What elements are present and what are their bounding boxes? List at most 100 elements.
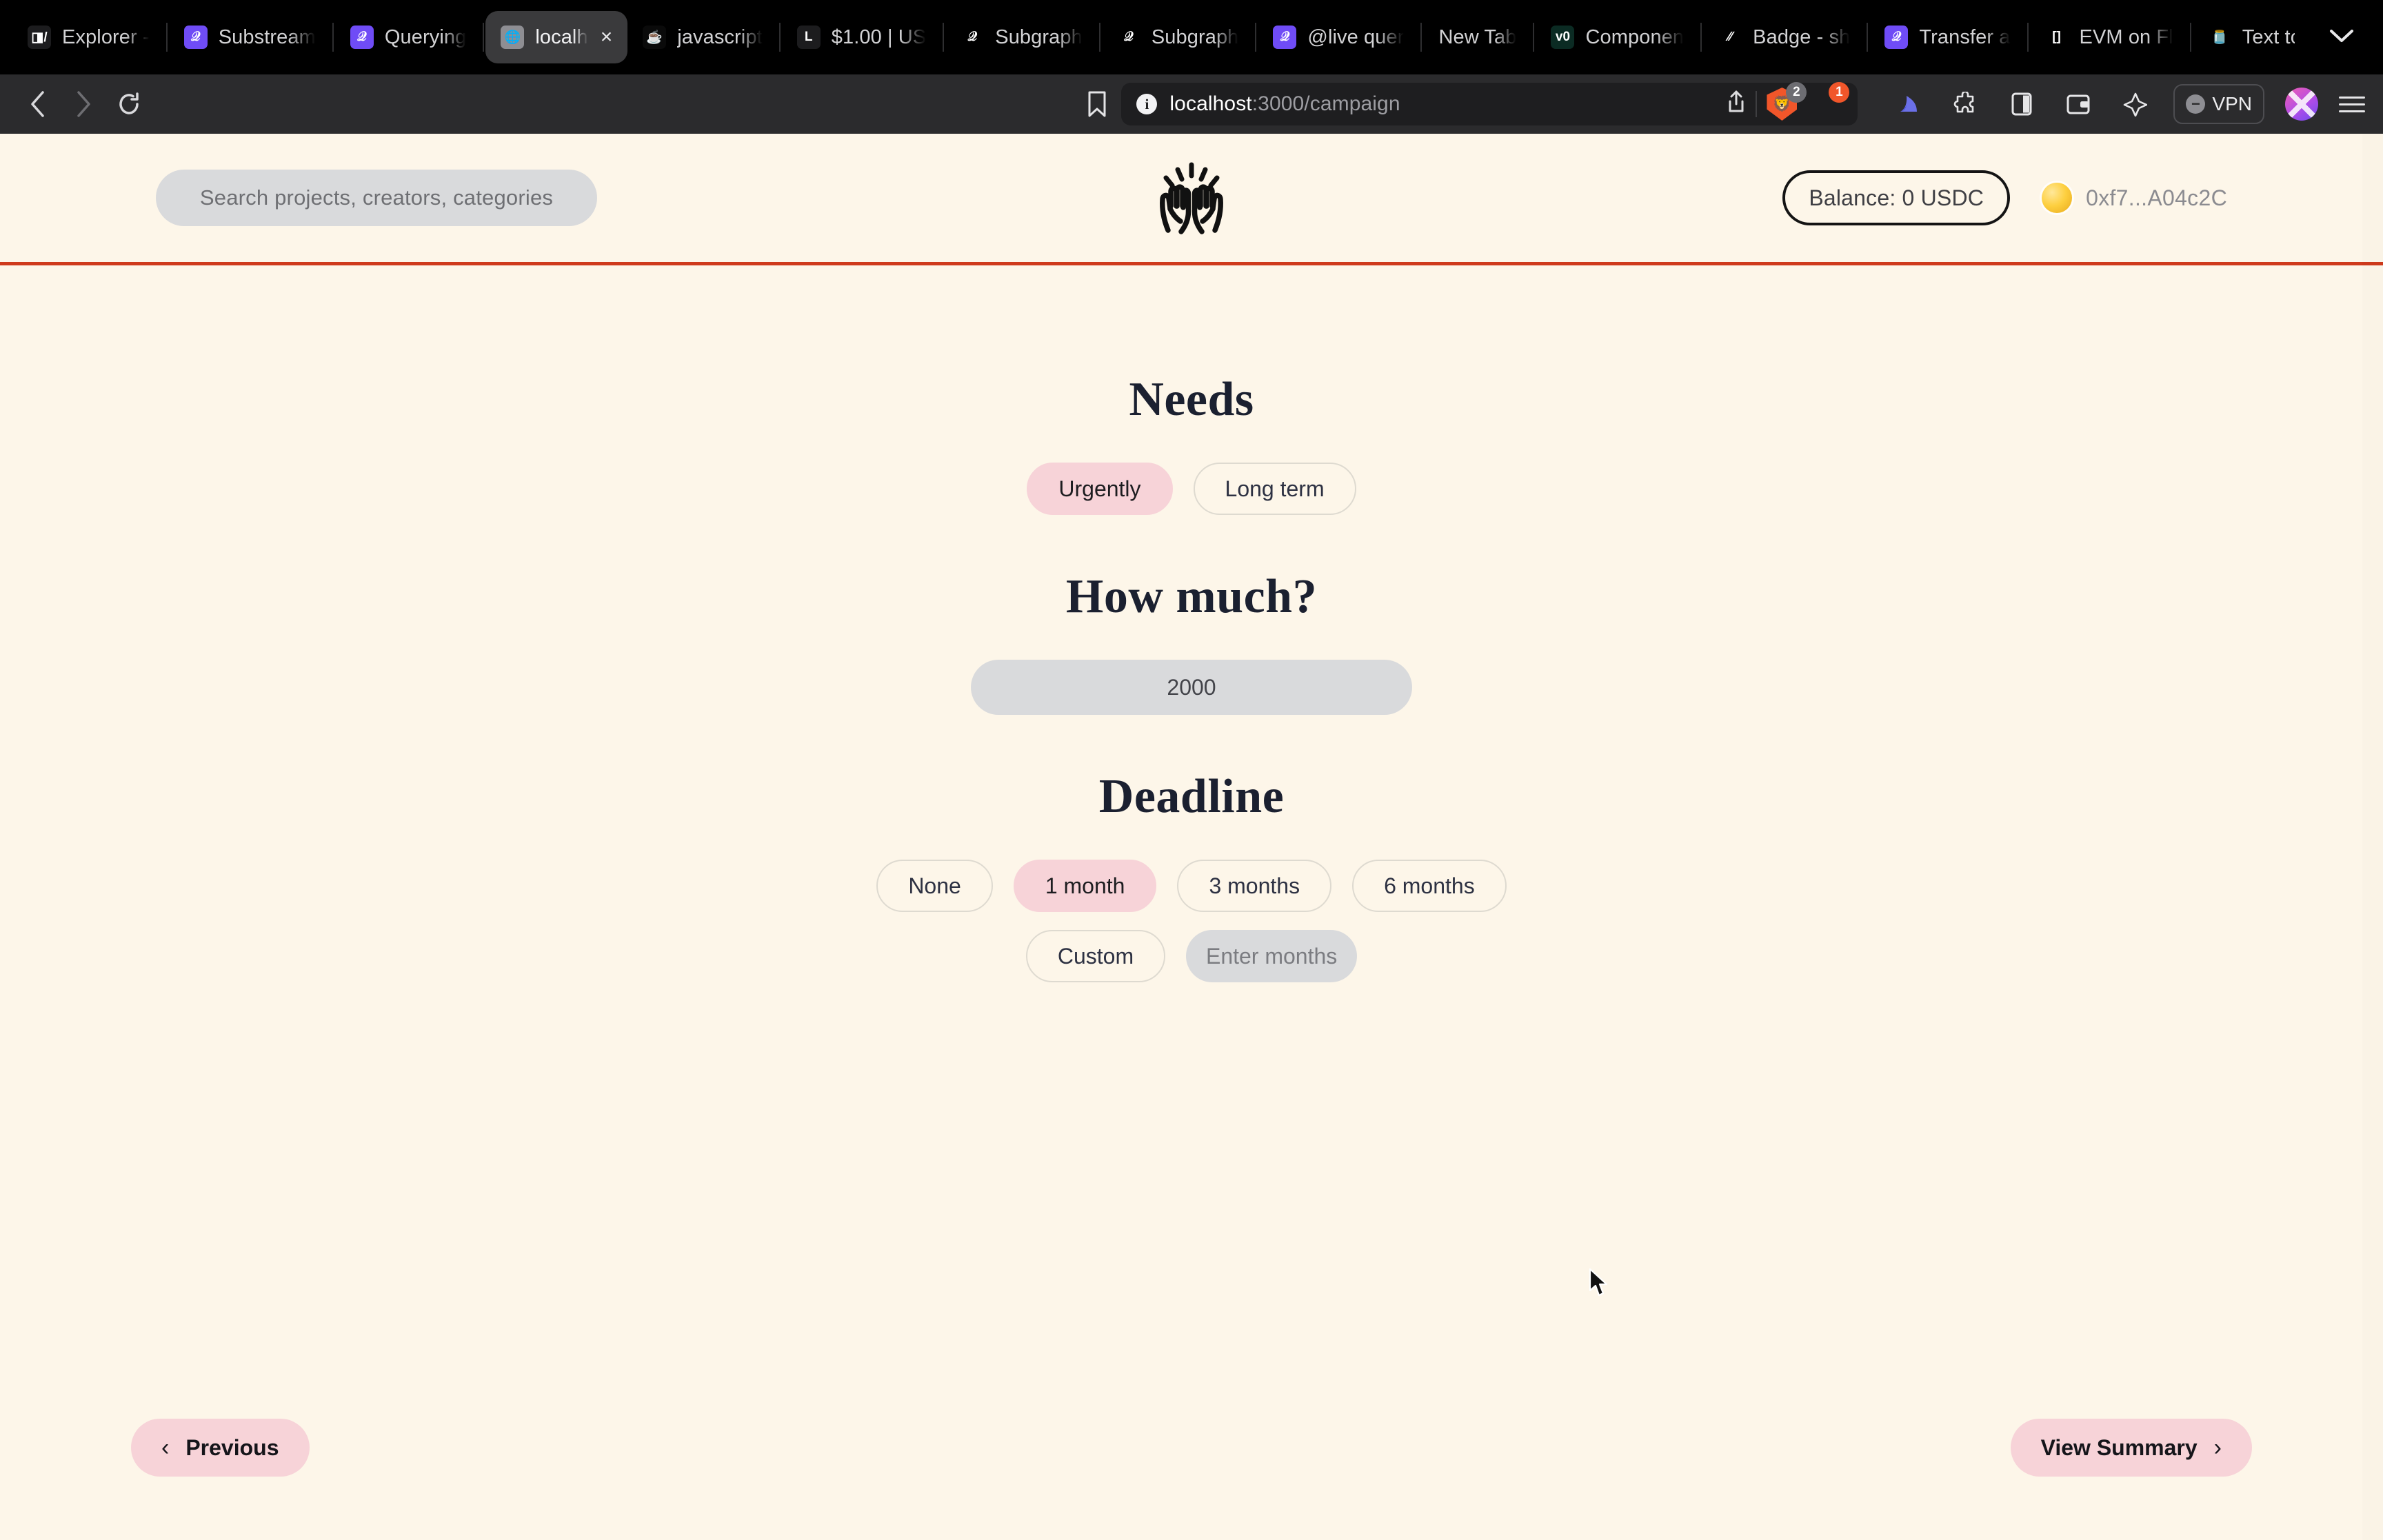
explorer-icon: ◨/ bbox=[28, 26, 51, 49]
avatar[interactable] bbox=[2285, 88, 2318, 121]
browser-tab-subgraph-1[interactable]: 𝒬 Subgraph bbox=[945, 11, 1098, 63]
tab-label: Subgraph bbox=[1151, 26, 1239, 48]
tab-label: localh bbox=[535, 26, 588, 48]
share-icon[interactable] bbox=[1727, 90, 1746, 119]
tab-label: Querying bbox=[384, 26, 467, 48]
sidebar-panel-icon[interactable] bbox=[2004, 86, 2040, 122]
tab-label: EVM on Fl bbox=[2079, 26, 2173, 48]
v0-icon: v0 bbox=[1551, 26, 1575, 49]
deadline-option-none[interactable]: None bbox=[876, 860, 993, 912]
deadline-option-6-months[interactable]: 6 months bbox=[1352, 860, 1507, 912]
tab-separator bbox=[1098, 23, 1100, 52]
browser-tab-new-tab[interactable]: New Tab bbox=[1423, 11, 1531, 63]
slash-icon: ∕∕ bbox=[1727, 30, 1733, 44]
browser-tab-explorer[interactable]: ◨/ Explorer - bbox=[12, 11, 165, 63]
vpn-button[interactable]: − VPN bbox=[2173, 84, 2264, 124]
browser-tab-usd-price[interactable]: L $1.00 | US bbox=[782, 11, 942, 63]
browser-tab-live-query[interactable]: 𝒬 @live quer bbox=[1258, 11, 1419, 63]
url-text: localhost:3000/campaign bbox=[1169, 92, 1400, 115]
rewards-badge-count: 1 bbox=[1829, 82, 1850, 103]
balance-badge[interactable]: Balance: 0 USDC bbox=[1782, 170, 2011, 225]
search-input[interactable]: Search projects, creators, categories bbox=[156, 170, 597, 226]
wallet-avatar-icon bbox=[2042, 183, 2073, 213]
view-summary-button[interactable]: View Summary › bbox=[2010, 1419, 2252, 1477]
browser-tab-component[interactable]: v0 Componen bbox=[1536, 11, 1699, 63]
close-icon[interactable]: × bbox=[601, 27, 613, 48]
needs-option-long-term[interactable]: Long term bbox=[1193, 463, 1356, 515]
wallet-icon[interactable] bbox=[2060, 86, 2096, 122]
section-title-how-much: How much? bbox=[1065, 570, 1318, 623]
forward-button[interactable] bbox=[63, 84, 103, 124]
thegraph-icon: 𝒬 bbox=[183, 26, 208, 49]
leo-ai-icon[interactable] bbox=[1891, 86, 1927, 122]
brave-rewards-icon[interactable]: 1 bbox=[1809, 82, 1850, 121]
needs-options: Urgently Long term bbox=[1027, 463, 1356, 515]
vpn-status-icon: − bbox=[2186, 94, 2206, 114]
browser-tab-substream[interactable]: 𝒬 Substream bbox=[169, 11, 331, 63]
browser-tab-badge[interactable]: ∕∕ Badge - sh bbox=[1703, 11, 1865, 63]
reload-button[interactable] bbox=[109, 84, 149, 124]
browser-tab-transfer[interactable]: 𝒬 Transfer a bbox=[1869, 11, 2025, 63]
thegraph-dark-icon: 𝒬 bbox=[961, 26, 985, 49]
thegraph-icon: 𝒬 bbox=[1884, 26, 1909, 49]
wallet-button[interactable]: 0xf7...A04c2C bbox=[2042, 183, 2227, 213]
extensions-puzzle-icon[interactable] bbox=[1947, 86, 1983, 122]
previous-button[interactable]: ‹ Previous bbox=[131, 1419, 310, 1477]
deadline-option-1-month[interactable]: 1 month bbox=[1013, 860, 1157, 912]
bookmark-icon[interactable] bbox=[1078, 85, 1116, 123]
form-navigation: ‹ Previous View Summary › bbox=[0, 1419, 2383, 1477]
tab-separator bbox=[1420, 23, 1422, 52]
site-info-icon[interactable]: i bbox=[1136, 94, 1158, 114]
tab-label: New Tab bbox=[1438, 26, 1517, 48]
mouse-cursor bbox=[1588, 1268, 1611, 1299]
amount-input[interactable]: 2000 bbox=[971, 660, 1412, 715]
tab-separator bbox=[2189, 23, 2191, 52]
tab-strip: ◨/ Explorer - 𝒬 Substream 𝒬 Querying 🌐 l… bbox=[0, 0, 2383, 74]
custom-months-input[interactable]: Enter months bbox=[1186, 930, 1358, 982]
tab-label: javascript bbox=[677, 26, 763, 48]
hamburger-menu-icon[interactable] bbox=[2339, 96, 2365, 112]
tab-separator bbox=[778, 23, 781, 52]
back-button[interactable] bbox=[18, 84, 58, 124]
page-content: Search projects, creators, categories Ba… bbox=[0, 134, 2383, 1540]
vertical-scrollbar[interactable] bbox=[2362, 134, 2383, 1540]
thegraph-icon: 𝒬 bbox=[350, 26, 374, 49]
raising-hands-icon[interactable] bbox=[1147, 160, 1236, 236]
tab-separator bbox=[1867, 23, 1869, 52]
address-bar[interactable]: i localhost:3000/campaign 🦁 2 1 bbox=[1121, 82, 1858, 125]
shields-badge-count: 2 bbox=[1786, 82, 1807, 103]
browser-tab-javascript[interactable]: ☕ javascript bbox=[627, 11, 778, 63]
browser-tab-subgraph-2[interactable]: 𝒬 Subgraph bbox=[1102, 11, 1254, 63]
site-header: Search projects, creators, categories Ba… bbox=[0, 134, 2383, 262]
toolbar-right-icons: − VPN bbox=[1863, 84, 2365, 124]
flow-icon: [] bbox=[2052, 30, 2061, 44]
browser-tab-localhost-active[interactable]: 🌐 localh × bbox=[485, 11, 628, 63]
view-summary-label: View Summary bbox=[2040, 1435, 2198, 1460]
tab-list: ◨/ Explorer - 𝒬 Substream 𝒬 Querying 🌐 l… bbox=[12, 11, 2295, 63]
deadline-options-row-1: None 1 month 3 months 6 months bbox=[876, 860, 1507, 912]
deadline-option-3-months[interactable]: 3 months bbox=[1177, 860, 1332, 912]
tab-label: Explorer - bbox=[62, 26, 150, 48]
browser-tab-text-to-onchain[interactable]: 🫙 Text to On bbox=[2193, 11, 2295, 63]
tab-separator bbox=[1533, 23, 1535, 52]
wallet-address: 0xf7...A04c2C bbox=[2086, 185, 2227, 210]
browser-tab-evm-flow[interactable]: [] EVM on Fl bbox=[2030, 11, 2189, 63]
brave-shields-icon[interactable]: 🦁 2 bbox=[1767, 82, 1807, 121]
tab-label: Subgraph bbox=[995, 26, 1083, 48]
tab-separator bbox=[1255, 23, 1257, 52]
thegraph-icon: 𝒬 bbox=[1273, 26, 1297, 49]
sparkle-icon[interactable] bbox=[2117, 86, 2153, 122]
deadline-option-custom[interactable]: Custom bbox=[1025, 930, 1166, 982]
browser-tab-querying[interactable]: 𝒬 Querying bbox=[335, 11, 481, 63]
tab-separator bbox=[165, 23, 168, 52]
tab-label: Substream bbox=[218, 26, 316, 48]
chevron-down-icon[interactable] bbox=[2302, 26, 2372, 49]
tab-label: Transfer a bbox=[1919, 26, 2011, 48]
thegraph-dark-icon: 𝒬 bbox=[1116, 26, 1140, 49]
needs-option-urgently[interactable]: Urgently bbox=[1027, 463, 1173, 515]
tab-separator bbox=[332, 23, 334, 52]
browser-toolbar: i localhost:3000/campaign 🦁 2 1 − VPN bbox=[0, 74, 2383, 134]
chevron-right-icon: › bbox=[2213, 1434, 2222, 1461]
tab-separator bbox=[2027, 23, 2029, 52]
l-icon: L bbox=[796, 26, 821, 49]
